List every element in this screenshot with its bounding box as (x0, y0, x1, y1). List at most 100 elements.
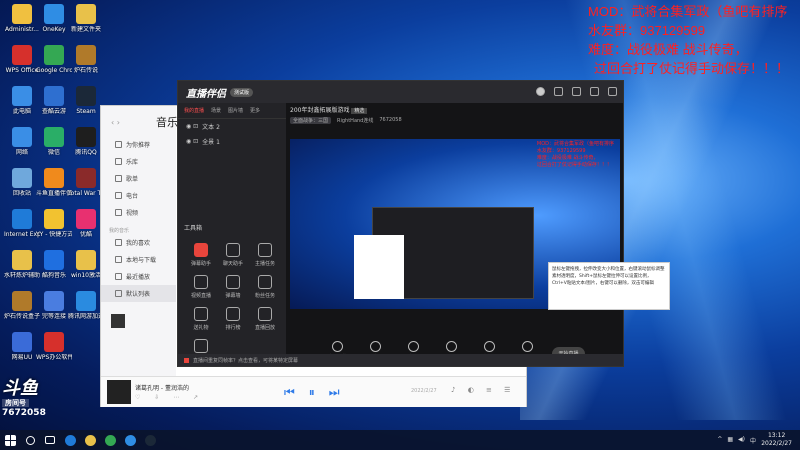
menu-icon[interactable] (554, 87, 563, 96)
my-item[interactable]: 默认列表 (101, 285, 176, 302)
taskbar-app[interactable] (80, 430, 100, 450)
eye-icon[interactable]: ◉ ⊡ (186, 138, 198, 145)
tab-more[interactable]: 更多 (250, 107, 260, 114)
language-indicator[interactable]: 中 (750, 436, 756, 445)
live-center-panel: 200年封鑫拓展版游戏 精选 全面战争：三国 RightHand连线 76720… (286, 103, 623, 366)
nav-item[interactable]: 视频 (101, 204, 176, 221)
app-icon (44, 168, 64, 188)
desktop-icon[interactable]: 完等连接 (36, 291, 72, 320)
nav-item[interactable]: 歌单 (101, 170, 176, 187)
taskbar-app[interactable] (100, 430, 120, 450)
desktop-icon[interactable]: 新建文件夹 (68, 4, 104, 33)
app-icon (12, 209, 32, 229)
nav-item[interactable]: 为你推荐 (101, 136, 176, 153)
song-actions[interactable]: ♡ ⇩ ⋯ ↗ (135, 394, 204, 401)
nav-item[interactable]: 乐库 (101, 153, 176, 170)
tool-button[interactable]: 送礼物 (186, 307, 216, 331)
desktop-icon[interactable]: Administr... (4, 4, 40, 33)
tool-button[interactable]: 视频直播 (186, 275, 216, 299)
tray-arrow-icon[interactable]: ^ (717, 436, 722, 445)
mic-icon (483, 341, 495, 352)
room-label: 房间号 (2, 399, 29, 407)
icon-label: 酷狗音乐 (41, 272, 66, 279)
camera-icon (369, 341, 381, 352)
stream-overlay-text: MOD：武将合集军政（鱼吧有排序 水友群：937129599 难度：战役极难 战… (588, 2, 789, 78)
desktop-icon[interactable]: 炉石传说盒子插件 (4, 291, 40, 320)
icon-label: 完等连接 (41, 313, 66, 320)
desktop-icon[interactable]: 腾讯QQ (68, 127, 104, 156)
start-button[interactable] (0, 430, 20, 450)
desktop-icon[interactable]: Internet Explorer (4, 209, 40, 238)
music-sidebar: 为你推荐 乐库 歌单 电台 视频 我的音乐 我的喜欢 本地与下载 最近播放 默认… (101, 106, 176, 376)
desktop-icon[interactable]: Total War THREE KI... (68, 168, 104, 197)
desktop-icon[interactable]: 炉石传说 (68, 45, 104, 74)
gift-icon (194, 307, 208, 321)
desktop-icon[interactable]: Google Chrome (36, 45, 72, 74)
app-icon (104, 434, 116, 446)
taskbar-app[interactable] (140, 430, 160, 450)
desktop-icon[interactable]: 水轩炼炉辅助件 (4, 250, 40, 279)
avatar-icon[interactable] (536, 87, 545, 96)
tab-my-live[interactable]: 我的直播 (184, 107, 204, 114)
desktop-icon[interactable]: 网易UU (4, 332, 40, 361)
more-icon (194, 339, 208, 353)
desktop-icon[interactable]: 此电脑 (4, 86, 40, 115)
tab-scene[interactable]: 场景 (211, 107, 221, 114)
scene-item[interactable]: ◉ ⊡ 全景 1 (178, 134, 286, 149)
desktop-icon[interactable]: WPS Office (4, 45, 40, 74)
desktop-icon[interactable]: 酷狗音乐 (36, 250, 72, 279)
desktop-icon[interactable]: 网络 (4, 127, 40, 156)
icon-label: Total War THREE KI... (68, 190, 104, 197)
clock[interactable]: 13:12 2022/2/27 (761, 432, 792, 448)
tool-button[interactable]: 排行榜 (218, 307, 248, 331)
desktop-icon[interactable]: 斗鱼直播伴侣 (36, 168, 72, 197)
my-item[interactable]: 最近播放 (101, 268, 176, 285)
playback-controls[interactable]: ⏮⏸⏭ (284, 385, 354, 400)
desktop-icon[interactable]: OneKey (36, 4, 72, 33)
desktop-icon[interactable]: 查酷云游 (36, 86, 72, 115)
search-button[interactable] (20, 430, 40, 450)
eye-icon[interactable]: ◉ ⊡ (186, 123, 198, 130)
tool-button[interactable]: 主播任务 (250, 243, 280, 267)
desktop-icon[interactable]: win10激活 (68, 250, 104, 279)
music-title: 音乐 (156, 116, 178, 129)
close-icon[interactable] (608, 87, 617, 96)
network-icon[interactable]: ▦ (727, 436, 733, 445)
desktop-icon[interactable]: 微信 (36, 127, 72, 156)
windows-icon (4, 434, 16, 446)
tool-button[interactable]: 粉丝任务 (250, 275, 280, 299)
maximize-icon[interactable] (590, 87, 599, 96)
icon-label: WPS办公软件 (36, 354, 72, 361)
tool-button[interactable]: 弹幕助手 (186, 243, 216, 267)
app-icon (76, 4, 96, 24)
section-label: 我的音乐 (109, 228, 130, 234)
desktop-icon[interactable]: 优酷 (68, 209, 104, 238)
taskbar-app[interactable] (60, 430, 80, 450)
desktop-icon[interactable]: 腾讯网游加速器 (68, 291, 104, 320)
tab-picture[interactable]: 图片墙 (228, 107, 243, 114)
player-options[interactable]: ♪ ◐ ≡ ☰ (451, 386, 515, 394)
task-view-icon (45, 436, 55, 444)
tool-button[interactable]: 弹幕墙 (218, 275, 248, 299)
wall-icon (226, 275, 240, 289)
desktop-icon[interactable]: YY - 快捷方式 (36, 209, 72, 238)
tool-button[interactable]: 直播回放 (250, 307, 280, 331)
my-item[interactable]: 本地与下载 (101, 251, 176, 268)
nav-item[interactable]: 电台 (101, 187, 176, 204)
my-item[interactable]: 我的喜欢 (101, 234, 176, 251)
live-companion-window[interactable]: 直播伴侣 测试版 我的直播 场景 图片墙 更多 ◉ ⊡ 文本 2 ◉ ⊡ 全景 1 … (177, 80, 624, 367)
desktop-icon[interactable]: 回收站 (4, 168, 40, 197)
warning-icon (184, 357, 189, 363)
scene-item[interactable]: ◉ ⊡ 文本 2 (178, 119, 286, 134)
desktop-icon[interactable]: Steam (68, 86, 104, 115)
minimize-icon[interactable] (572, 87, 581, 96)
version-badge: 测试版 (230, 87, 254, 97)
back-icon[interactable]: ‹ › (111, 118, 120, 127)
taskbar-app[interactable] (120, 430, 140, 450)
icon-label: WPS Office (5, 67, 39, 74)
task-view-button[interactable] (40, 430, 60, 450)
tool-button[interactable]: 聊天助手 (218, 243, 248, 267)
desktop-icon[interactable]: WPS办公软件 (36, 332, 72, 361)
task-icon (258, 243, 272, 257)
volume-icon[interactable]: ◀) (738, 436, 745, 445)
